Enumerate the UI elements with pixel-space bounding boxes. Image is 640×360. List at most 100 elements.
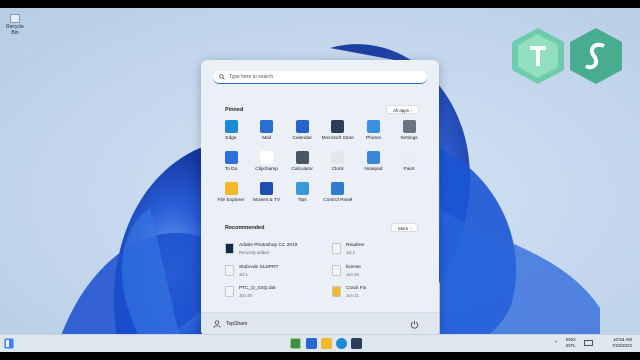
clipchamp-icon (260, 151, 274, 164)
recommended-item-name: PTC_D_SSQ.dat (239, 286, 276, 291)
recommended-item[interactable]: license Jun 29 (332, 264, 432, 280)
pinned-app-edge[interactable]: Edge (213, 120, 249, 141)
pinned-app-label: Microsoft Store (321, 136, 354, 141)
pinned-app-mail[interactable]: Mail (249, 120, 285, 141)
recommended-item-date: Jul 1 (346, 250, 356, 255)
pinned-app-label: Calculator (291, 167, 313, 172)
clock-icon (331, 151, 345, 164)
channel-logo (512, 28, 622, 84)
user-name[interactable]: TopShare (226, 321, 247, 327)
search-placeholder: Type here to search (229, 74, 274, 80)
search-taskbar-icon[interactable] (306, 338, 317, 349)
recycle-bin-icon (10, 14, 20, 23)
recommended-item-name: StubAxle SLDPRT (239, 264, 279, 270)
desktop-icon-recycle-bin[interactable]: Recycle Bin (4, 14, 26, 36)
clock[interactable]: 10:53 AM 7/23/2022 (612, 337, 632, 349)
movies-icon (260, 182, 274, 195)
folder-icon[interactable] (321, 338, 332, 349)
pinned-app-label: Calendar (292, 136, 312, 141)
edge-icon[interactable] (336, 338, 347, 349)
desktop-icon-label: Recycle Bin (6, 24, 24, 36)
search-icon (219, 74, 225, 80)
notepad-icon (366, 151, 380, 164)
pinned-app-to-do[interactable]: To Do (213, 151, 249, 172)
recommended-item-name: license (346, 264, 361, 270)
pinned-title: Pinned (225, 107, 244, 113)
pinned-app-control-panel[interactable]: Control Panel (320, 182, 356, 203)
pinned-app-notepad[interactable]: Notepad (355, 151, 391, 172)
start-button-icon[interactable] (290, 338, 301, 349)
photos-icon (366, 120, 380, 133)
recommended-item-date: Jun 21 (346, 293, 359, 298)
recommended-item[interactable]: Crack Fix Jun 21 (332, 285, 432, 301)
start-menu: Type here to search Pinned All apps › Edg… (201, 60, 439, 336)
pinned-app-photos[interactable]: Photos (355, 120, 391, 141)
pinned-app-label: Photos (365, 136, 381, 141)
pinned-app-file-explorer[interactable]: File Explorer (213, 182, 249, 203)
pinned-app-microsoft-store[interactable]: Microsoft Store (320, 120, 356, 141)
pinned-app-label: To Do (224, 167, 238, 172)
recommended-item[interactable]: Readme Jul 1 (332, 242, 432, 258)
chevron-right-icon: › (410, 225, 412, 231)
calendar-icon (295, 120, 309, 133)
document-icon (225, 264, 234, 276)
paint-icon (402, 151, 416, 164)
pinned-app-calculator[interactable]: Calculator (284, 151, 320, 172)
tips-icon (295, 182, 309, 195)
pinned-app-paint[interactable]: Paint (391, 151, 427, 172)
pinned-app-clock[interactable]: Clock (320, 151, 356, 172)
network-icon[interactable] (584, 340, 593, 347)
todo-icon (224, 151, 238, 164)
more-label: More (398, 225, 409, 231)
taskbar: ^ ENG INTL 10:53 AM 7/23/2022 (0, 334, 640, 352)
recommended-item-date: Jun 29 (346, 271, 359, 277)
pinned-app-calendar[interactable]: Calendar (284, 120, 320, 141)
pinned-app-tips[interactable]: Tips (284, 182, 320, 203)
pinned-app-settings[interactable]: Settings (391, 120, 427, 141)
recommended-item-name: Readme (346, 243, 365, 248)
pinned-app-label: Paint (403, 167, 415, 172)
pinned-app-label: Clipchamp (255, 167, 278, 172)
recommended-item[interactable]: Adobe Photoshop CC 2019 Recently added (225, 242, 325, 258)
mail-icon (260, 120, 274, 133)
search-input[interactable]: Type here to search (213, 71, 427, 84)
folder-icon (224, 182, 238, 195)
lang-line2: INTL (566, 342, 576, 348)
pinned-app-label: Mail (262, 136, 271, 141)
edge-icon (224, 120, 238, 133)
gear-icon (402, 120, 416, 133)
document-icon (332, 264, 341, 276)
pinned-app-label: Clock (331, 167, 344, 172)
widgets-icon[interactable] (4, 338, 14, 349)
pinned-app-label: Movies & TV (253, 198, 281, 203)
lang-line1: ENG (566, 337, 576, 342)
document-icon (225, 286, 234, 297)
pinned-app-label: Edge (225, 136, 237, 141)
chevron-up-icon[interactable]: ^ (555, 340, 557, 346)
photoshop-icon (225, 243, 234, 254)
store-icon (331, 120, 345, 133)
pinned-app-label: File Explorer (217, 198, 245, 203)
language-indicator[interactable]: ENG INTL (566, 337, 576, 348)
document-icon (332, 243, 341, 254)
recommended-item[interactable]: PTC_D_SSQ.dat Jun 29 (225, 285, 325, 301)
all-apps-button[interactable]: All apps › (386, 105, 419, 114)
pinned-app-clipchamp[interactable]: Clipchamp (249, 151, 285, 172)
more-button[interactable]: More › (391, 223, 418, 232)
pinned-app-label: Notepad (364, 167, 383, 172)
control-panel-icon (331, 182, 345, 195)
calculator-icon (295, 151, 309, 164)
recommended-item-date: Recently added (239, 250, 269, 255)
desktop: Recycle Bin Type here to search Pinned A… (0, 8, 640, 352)
store-icon[interactable] (351, 338, 362, 349)
recommended-item[interactable]: StubAxle SLDPRT Jul 1 (225, 264, 325, 280)
recommended-title: Recommended (225, 225, 265, 231)
pinned-app-movies-tv[interactable]: Movies & TV (249, 182, 285, 203)
user-icon[interactable] (213, 320, 221, 328)
pinned-app-label: Control Panel (323, 198, 353, 203)
power-icon[interactable] (410, 320, 419, 329)
pinned-app-label: Settings (400, 136, 418, 141)
recommended-item-date: Jul 1 (239, 271, 249, 277)
folder-icon (332, 286, 341, 297)
recommended-item-date: Jun 29 (239, 293, 252, 298)
